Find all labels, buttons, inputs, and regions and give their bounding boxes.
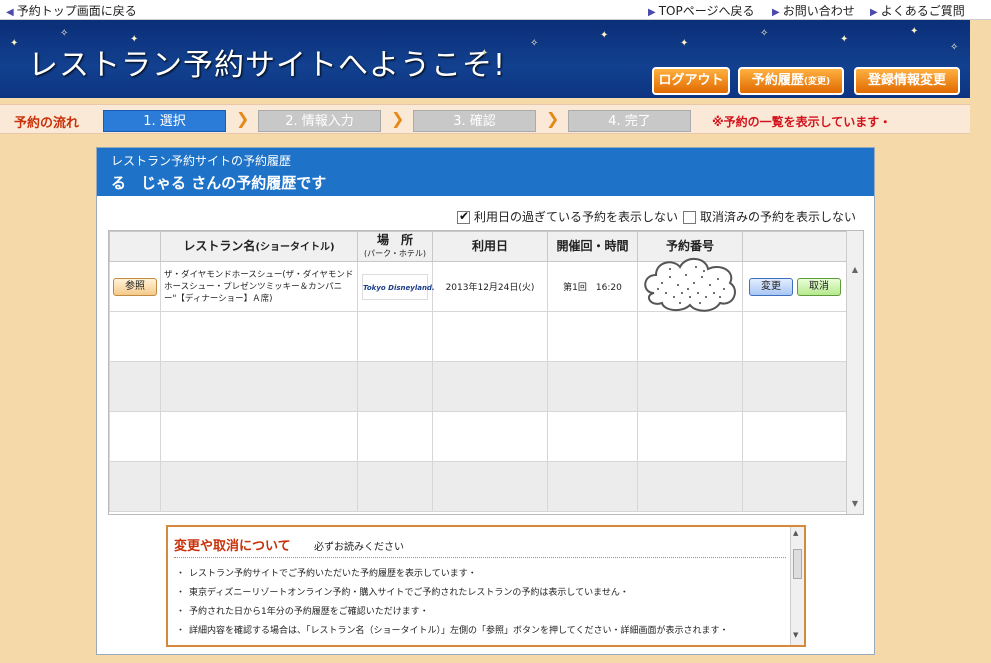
reservation-table-container: レストラン名(ショータイトル) 場 所 (パーク・ホテル) 利用日 開催回・時間 … — [108, 230, 864, 515]
scroll-down-icon[interactable]: ▼ — [849, 499, 861, 511]
right-triangle-icon: ▶ — [870, 7, 878, 18]
tokyo-disneyland-logo: Tokyo Disneyland. — [362, 273, 435, 300]
flow-step-info: 2. 情報入力 — [258, 110, 381, 132]
flow-note: ※予約の一覧を表示しています・ — [712, 115, 892, 129]
sparkle-icon: ✦ — [840, 34, 849, 45]
table-row — [109, 311, 848, 362]
col-session-header: 開催回・時間 — [547, 231, 638, 262]
flow-step-complete: 4. 完了 — [568, 110, 691, 132]
sparkle-icon: ✧ — [530, 38, 539, 49]
notice-scrollbar[interactable]: ▲ ▼ — [790, 527, 804, 645]
chevron-right-icon: ❯ — [546, 109, 560, 128]
chevron-right-icon: ❯ — [236, 109, 250, 128]
right-triangle-icon: ▶ — [648, 7, 656, 18]
right-triangle-icon: ▶ — [772, 7, 780, 18]
flow-label: 予約の流れ — [14, 116, 80, 131]
top-utility-bar: ◀ 予約トップ画面に戻る ▶ TOPページへ戻る ▶ お問い合わせ ▶ よくあるご質問 — [0, 0, 991, 20]
col-actions-header — [742, 231, 848, 262]
scroll-up-icon[interactable]: ▲ — [793, 529, 798, 537]
sparkle-icon: ✦ — [600, 30, 609, 41]
sparkle-icon: ✦ — [680, 38, 689, 49]
hide-past-checkbox[interactable] — [457, 209, 470, 224]
site-banner: ✦ ✧ ✦ ✦ ✧ ✦ ✦ ✧ ✦ ✦ ✧ レストラン予約サイトへようこそ! ロ… — [0, 20, 970, 98]
notice-list: レストラン予約サイトでご予約いただいた予約履歴を表示しています・ 東京ディズニー… — [176, 565, 788, 641]
chevron-right-icon: ❯ — [391, 109, 405, 128]
cancel-button[interactable]: 取消 — [797, 277, 841, 296]
usage-date-cell: 2013年12月24日(火) — [432, 261, 548, 312]
scroll-down-icon[interactable]: ▼ — [793, 631, 798, 639]
table-row — [109, 461, 848, 512]
notice-title: 変更や取消について — [174, 539, 291, 554]
logout-button[interactable]: ログアウト — [652, 67, 730, 95]
col-place-header: 場 所 (パーク・ホテル) — [357, 231, 433, 262]
list-item: 詳細内容を確認する場合は、「レストラン名（ショータイトル）」左側の「参照」ボタン… — [176, 622, 788, 641]
list-item: 予約された日から1年分の予約履歴をご確認いただけます・ — [176, 603, 788, 622]
site-title: レストラン予約サイトへようこそ! — [28, 48, 507, 83]
scroll-up-icon[interactable]: ▲ — [849, 265, 861, 277]
left-triangle-icon: ◀ — [6, 7, 14, 18]
hide-cancelled-filter[interactable]: 取消済みの予約を表示しない — [683, 208, 856, 225]
notice-divider — [174, 557, 786, 558]
panel-header: レストラン予約サイトの予約履歴 る じゃる さんの予約履歴です — [97, 148, 874, 196]
redaction-cloud-icon — [644, 258, 736, 312]
session-time-cell: 第1回 16:20 — [547, 261, 638, 312]
panel-subtitle: レストラン予約サイトの予約履歴 — [111, 154, 292, 168]
top-page-link[interactable]: ▶ TOPページへ戻る — [648, 2, 754, 19]
back-to-reservation-top-link[interactable]: ◀ 予約トップ画面に戻る — [6, 2, 137, 19]
scroll-thumb[interactable] — [793, 549, 802, 579]
table-scrollbar[interactable]: ▲ ▼ — [846, 231, 863, 514]
restaurant-name-cell: ザ・ダイヤモンドホースシュー(ザ・ダイヤモンドホースシュー・プレゼンツミッキー＆… — [160, 261, 358, 312]
sparkle-icon: ✧ — [760, 28, 769, 39]
reference-button[interactable]: 参照 — [113, 277, 157, 296]
change-button[interactable]: 変更 — [749, 277, 793, 296]
faq-link[interactable]: ▶ よくあるご質問 — [870, 2, 965, 19]
list-item: 東京ディズニーリゾートオンライン予約・購入サイトでご予約されたレストランの予約は… — [176, 584, 788, 603]
sparkle-icon: ✦ — [10, 38, 19, 49]
edit-registration-button[interactable]: 登録情報変更 — [854, 67, 960, 95]
reservation-history-button[interactable]: 予約履歴(変更) — [738, 67, 844, 95]
sparkle-icon: ✧ — [950, 42, 959, 53]
col-restaurant-header: レストラン名(ショータイトル) — [160, 231, 358, 262]
sparkle-icon: ✦ — [910, 26, 919, 37]
reservation-flow-bar: 予約の流れ 1. 選択 ❯ 2. 情報入力 ❯ 3. 確認 ❯ 4. 完了 ※予… — [0, 104, 970, 134]
change-cancel-notice: 変更や取消について 必ずお読みください レストラン予約サイトでご予約いただいた予… — [166, 525, 806, 647]
col-date-header: 利用日 — [432, 231, 548, 262]
flow-step-confirm: 3. 確認 — [413, 110, 536, 132]
list-item: レストラン予約サイトでご予約いただいた予約履歴を表示しています・ — [176, 565, 788, 584]
table-row — [109, 411, 848, 462]
table-row — [109, 361, 848, 412]
hide-past-filter[interactable]: 利用日の過ぎている予約を表示しない — [457, 208, 678, 225]
flow-step-select: 1. 選択 — [103, 110, 226, 132]
history-panel: レストラン予約サイトの予約履歴 る じゃる さんの予約履歴です 利用日の過ぎてい… — [96, 147, 875, 655]
panel-title: る じゃる さんの予約履歴です — [111, 174, 327, 192]
contact-link[interactable]: ▶ お問い合わせ — [772, 2, 855, 19]
sparkle-icon: ✧ — [60, 28, 69, 39]
notice-subtitle: 必ずお読みください — [314, 542, 404, 553]
col-ref-header — [109, 231, 161, 262]
hide-cancelled-checkbox[interactable] — [683, 211, 696, 224]
